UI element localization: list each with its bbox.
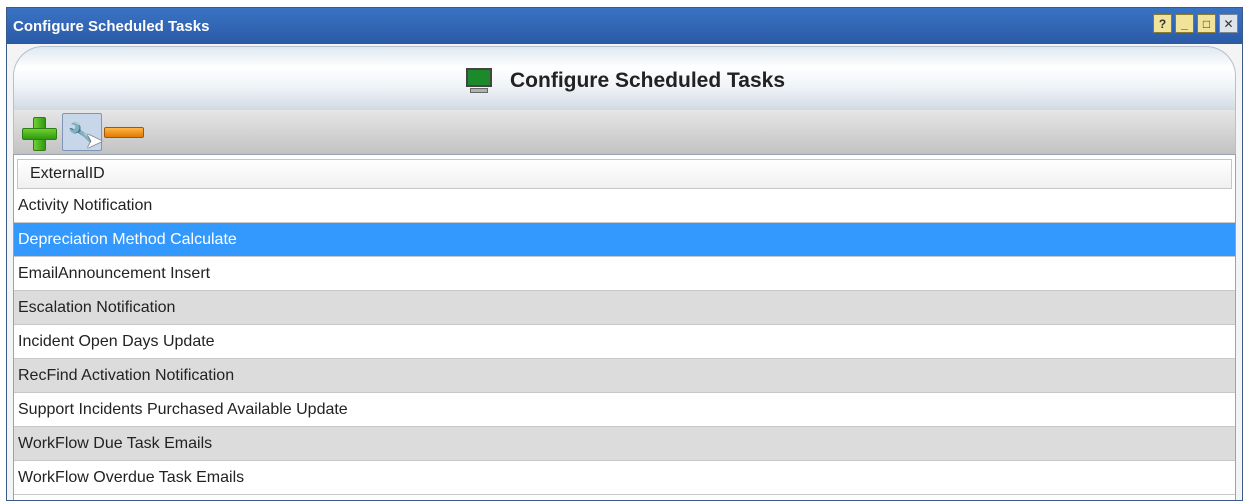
minus-icon <box>104 127 144 138</box>
remove-button[interactable] <box>104 113 144 151</box>
window-title: Configure Scheduled Tasks <box>13 17 210 35</box>
maximize-button[interactable]: □ <box>1197 14 1216 33</box>
minimize-button[interactable]: _ <box>1175 14 1194 33</box>
close-button[interactable]: ✕ <box>1219 14 1238 33</box>
table-row[interactable]: WorkFlow Overdue Task Emails <box>14 461 1235 495</box>
table-row[interactable]: EmailAnnouncement Insert <box>14 257 1235 291</box>
monitor-icon <box>464 67 494 95</box>
configure-scheduled-tasks-window: Configure Scheduled Tasks ? _ □ ✕ Config… <box>6 7 1243 501</box>
grid-rows: Activity Notification Depreciation Method… <box>14 189 1235 495</box>
window-controls: ? _ □ ✕ <box>1153 14 1238 33</box>
edit-button[interactable]: 🔧 ➤ <box>62 113 104 153</box>
header-panel: Configure Scheduled Tasks <box>13 46 1236 116</box>
toolbar: 🔧 ➤ <box>13 110 1236 154</box>
window-titlebar[interactable]: Configure Scheduled Tasks ? _ □ ✕ <box>7 8 1242 44</box>
add-button[interactable] <box>20 113 60 151</box>
table-row[interactable]: Activity Notification <box>14 189 1235 223</box>
table-row[interactable]: Support Incidents Purchased Available Up… <box>14 393 1235 427</box>
mouse-cursor-icon: ➤ <box>85 128 104 153</box>
table-row[interactable]: Depreciation Method Calculate <box>14 223 1235 257</box>
help-button[interactable]: ? <box>1153 14 1172 33</box>
table-row[interactable]: WorkFlow Due Task Emails <box>14 427 1235 461</box>
table-row[interactable]: Escalation Notification <box>14 291 1235 325</box>
table-row[interactable]: RecFind Activation Notification <box>14 359 1235 393</box>
column-header-externalid[interactable]: ExternalID <box>17 159 1232 189</box>
table-row[interactable]: Incident Open Days Update <box>14 325 1235 359</box>
scheduled-tasks-grid: ExternalID Activity Notification Deprecia… <box>13 154 1236 500</box>
page-title: Configure Scheduled Tasks <box>510 69 785 92</box>
